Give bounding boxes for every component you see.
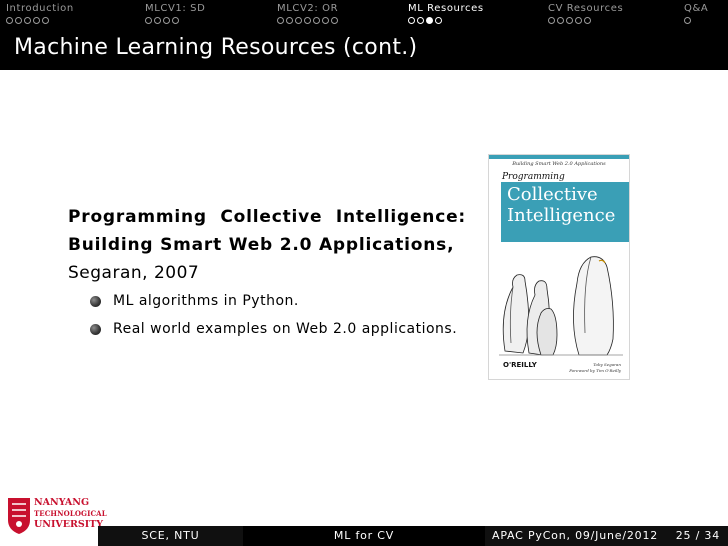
- nav-section-label: MLCV1: SD: [145, 3, 206, 14]
- cover-big-title-line: Collective: [507, 184, 598, 205]
- book-title: Programming Collective Intelligence: Bui…: [68, 207, 466, 255]
- book-title-block: Programming Collective Intelligence: Bui…: [68, 203, 466, 259]
- nav-frame-dot[interactable]: [417, 17, 424, 24]
- nav-section-qa[interactable]: Q&A: [684, 2, 708, 26]
- bullet-text: Real world examples on Web 2.0 applicati…: [113, 321, 458, 337]
- penguins-illustration: [499, 256, 623, 356]
- nav-frame-dot[interactable]: [557, 17, 564, 24]
- nav-frame-dot[interactable]: [584, 17, 591, 24]
- footer-page-number: 25 / 34: [675, 529, 720, 542]
- bullet-text: ML algorithms in Python.: [113, 293, 299, 309]
- nav-frame-dot[interactable]: [684, 17, 691, 24]
- nav-section-mlcv2[interactable]: MLCV2: OR: [277, 2, 340, 26]
- cover-subtitle: Building Smart Web 2.0 Applications: [512, 161, 606, 167]
- nav-frame-dot[interactable]: [15, 17, 22, 24]
- nav-frame-dot[interactable]: [33, 17, 40, 24]
- nav-section-label: MLCV2: OR: [277, 3, 339, 14]
- nav-section-mlcv1[interactable]: MLCV1: SD: [145, 2, 205, 26]
- nav-frame-dot[interactable]: [6, 17, 13, 24]
- nav-section-dots[interactable]: [548, 17, 623, 26]
- nav-frame-dot[interactable]: [313, 17, 320, 24]
- bullet-item: Real world examples on Web 2.0 applicati…: [88, 318, 457, 346]
- nav-frame-dot[interactable]: [566, 17, 573, 24]
- cover-title-band: Collective Intelligence: [501, 182, 629, 242]
- slide-title: Machine Learning Resources (cont.): [14, 35, 418, 60]
- nav-section-dots[interactable]: [6, 17, 74, 26]
- cover-publisher-logo: O'REILLY: [503, 361, 537, 369]
- logo-line: NANYANG: [34, 497, 90, 508]
- nav-frame-dot[interactable]: [408, 17, 415, 24]
- nav-section-label: ML Resources: [408, 3, 484, 14]
- nav-frame-dot[interactable]: [24, 17, 31, 24]
- nav-frame-dot[interactable]: [322, 17, 329, 24]
- footer-short-title: ML for CV: [243, 526, 485, 546]
- nav-frame-dot[interactable]: [548, 17, 555, 24]
- footer-event: APAC PyCon, 09/June/2012: [492, 529, 659, 542]
- nav-frame-dot[interactable]: [172, 17, 179, 24]
- nav-section-introduction[interactable]: Introduction: [6, 2, 74, 26]
- cover-top-strip: [489, 155, 629, 159]
- book-author: Segaran, 2007: [68, 263, 200, 283]
- logo-line: UNIVERSITY: [34, 519, 104, 530]
- nav-section-label: Q&A: [684, 3, 709, 14]
- nav-section-dots[interactable]: [277, 17, 340, 26]
- university-logo-text: NANYANG TECHNOLOGICAL UNIVERSITY: [34, 497, 107, 531]
- nav-section-dots[interactable]: [684, 17, 708, 26]
- footer-event-info: APAC PyCon, 09/June/2012 25 / 34: [485, 526, 728, 546]
- cover-author-line: Foreword by Tim O'Reilly: [569, 368, 621, 373]
- nav-frame-dot[interactable]: [575, 17, 582, 24]
- cover-small-title: Programming: [502, 172, 565, 182]
- slide-title-bar: Machine Learning Resources (cont.): [0, 30, 728, 70]
- logo-line: TECHNOLOGICAL: [34, 509, 107, 518]
- cover-author: Toby Segaran Foreword by Tim O'Reilly: [569, 362, 621, 374]
- book-cover-image: Building Smart Web 2.0 Applications Prog…: [488, 154, 630, 380]
- bullet-list: ML algorithms in Python. Real world exam…: [88, 290, 457, 346]
- nav-frame-dot[interactable]: [331, 17, 338, 24]
- nav-frame-dot[interactable]: [304, 17, 311, 24]
- cover-big-title: Collective Intelligence: [507, 184, 627, 226]
- nav-frame-dot[interactable]: [286, 17, 293, 24]
- nav-frame-dot[interactable]: [435, 17, 442, 24]
- nav-frame-dot[interactable]: [163, 17, 170, 24]
- nav-frame-dot[interactable]: [154, 17, 161, 24]
- nav-frame-dot[interactable]: [277, 17, 284, 24]
- nav-section-cv-resources[interactable]: CV Resources: [548, 2, 623, 26]
- bullet-ball-icon: [90, 324, 101, 335]
- nav-section-ml-resources[interactable]: ML Resources: [408, 2, 484, 26]
- bullet-ball-icon: [90, 296, 101, 307]
- nav-section-dots[interactable]: [408, 17, 484, 26]
- book-title-comma: ,: [447, 235, 455, 255]
- bullet-item: ML algorithms in Python.: [88, 290, 457, 318]
- section-navigation-bar: Introduction MLCV1: SD MLCV2: OR ML Reso…: [0, 0, 728, 30]
- nav-section-dots[interactable]: [145, 17, 205, 26]
- book-reference: Programming Collective Intelligence: Bui…: [68, 203, 466, 287]
- nav-frame-dot[interactable]: [426, 17, 433, 24]
- nav-section-label: CV Resources: [548, 3, 624, 14]
- nav-frame-dot[interactable]: [145, 17, 152, 24]
- footer-institute: SCE, NTU: [98, 526, 243, 546]
- nav-frame-dot[interactable]: [42, 17, 49, 24]
- cover-big-title-line: Intelligence: [507, 205, 616, 226]
- nav-section-label: Introduction: [6, 3, 74, 14]
- nav-frame-dot[interactable]: [295, 17, 302, 24]
